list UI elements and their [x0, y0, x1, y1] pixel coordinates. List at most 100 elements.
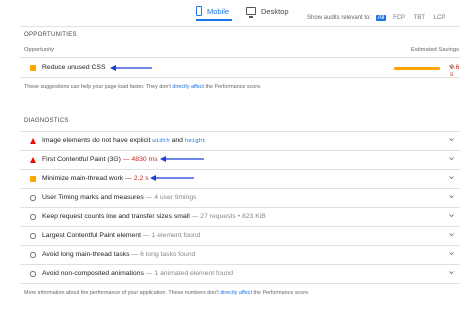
divider — [20, 283, 460, 284]
average-status-icon — [30, 65, 36, 71]
divider — [20, 26, 460, 27]
audit-title: Largest Contentful Paint element — [42, 232, 141, 239]
diagnostics-heading: DIAGNOSTICS — [24, 118, 69, 124]
filter-chip-tbt[interactable]: TBT — [412, 15, 427, 21]
audit-title-and: and — [171, 137, 183, 144]
chevron-down-icon[interactable] — [449, 64, 454, 69]
info-status-icon — [30, 195, 36, 201]
separator: — — [145, 270, 153, 277]
filter-chip-fcp[interactable]: FCP — [391, 15, 407, 21]
chevron-down-icon[interactable] — [449, 213, 454, 218]
divider — [20, 207, 460, 208]
annotation-arrow — [150, 175, 194, 181]
audit-title-wrap: Minimize main-thread work — 2.2 s — [42, 175, 149, 182]
audit-row-main-thread-work[interactable]: Minimize main-thread work — 2.2 s — [20, 171, 460, 187]
divider — [20, 226, 460, 227]
audit-detail: 4 user timings — [154, 194, 197, 201]
divider — [20, 264, 460, 265]
separator: — — [145, 194, 153, 201]
audit-row-long-tasks[interactable]: Avoid long main-thread tasks — 6 long ta… — [20, 247, 460, 263]
audit-detail: 4830 ms — [131, 156, 158, 163]
divider — [20, 150, 460, 151]
audit-title: User Timing marks and measures — [42, 194, 144, 201]
audit-row-user-timing[interactable]: User Timing marks and measures — 4 user … — [20, 190, 460, 206]
audit-detail: 2.2 s — [133, 175, 149, 182]
audit-title-wrap: Image elements do not have explicit widt… — [42, 137, 206, 144]
filter-chip-lcp[interactable]: LCP — [432, 15, 448, 21]
separator: — — [131, 251, 139, 258]
opportunity-column-label: Opportunity — [24, 47, 54, 53]
audit-title: Reduce unused CSS — [42, 64, 106, 71]
audit-detail: 27 requests • 823 KiB — [200, 213, 266, 220]
audit-title: Minimize main-thread work — [42, 175, 124, 182]
info-status-icon — [30, 233, 36, 239]
divider — [20, 188, 460, 189]
code-height: height — [184, 137, 206, 144]
divider — [20, 245, 460, 246]
directly-affect-link[interactable]: directly affect — [220, 290, 252, 296]
audit-detail: 1 animated element found — [154, 270, 234, 277]
audits-filter-label: Show audits relevant to: — [307, 15, 372, 21]
fail-status-icon — [30, 157, 36, 163]
filter-chip-all[interactable]: All — [375, 15, 387, 21]
info-status-icon — [30, 271, 36, 277]
phone-icon — [196, 6, 202, 16]
annotation-arrow — [160, 156, 204, 162]
chevron-down-icon[interactable] — [449, 251, 454, 256]
chevron-down-icon[interactable] — [449, 175, 454, 180]
audit-detail: 6 long tasks found — [140, 251, 196, 258]
savings-column-label: Estimated Savings — [411, 47, 460, 53]
info-status-icon — [30, 252, 36, 258]
average-status-icon — [30, 176, 36, 182]
audit-title-wrap: Keep request counts low and transfer siz… — [42, 213, 266, 220]
code-width: width — [152, 137, 170, 144]
fail-status-icon — [30, 138, 36, 144]
audit-title: Avoid long main-thread tasks — [42, 251, 130, 258]
audits-filter: Show audits relevant to: All FCP TBT LCP — [307, 15, 447, 21]
divider — [20, 57, 460, 58]
tab-desktop-label: Desktop — [261, 6, 289, 16]
audit-title: Keep request counts low and transfer siz… — [42, 213, 190, 220]
audit-row-non-composited-animations[interactable]: Avoid non-composited animations — 1 anim… — [20, 266, 460, 282]
audit-row-request-counts[interactable]: Keep request counts low and transfer siz… — [20, 209, 460, 225]
separator: — — [142, 232, 150, 239]
chevron-down-icon[interactable] — [449, 232, 454, 237]
audit-row-image-dimensions[interactable]: Image elements do not have explicit widt… — [20, 133, 460, 149]
divider — [20, 169, 460, 170]
note-text: More information about the performance o… — [24, 290, 219, 296]
chevron-down-icon[interactable] — [449, 137, 454, 142]
info-status-icon — [30, 214, 36, 220]
audit-title: First Contentful Paint (3G) — [42, 156, 121, 163]
audit-title-wrap: First Contentful Paint (3G) — 4830 ms — [42, 156, 158, 163]
chevron-down-icon[interactable] — [449, 270, 454, 275]
audit-detail: 1 element found — [151, 232, 201, 239]
audit-row-reduce-unused-css[interactable]: Reduce unused CSS 0.6 s — [20, 60, 460, 78]
diagnostics-note: More information about the performance o… — [24, 290, 310, 296]
separator: — — [122, 156, 130, 163]
chevron-down-icon[interactable] — [449, 156, 454, 161]
directly-affect-link[interactable]: directly affect — [172, 84, 204, 90]
note-text: the Performance score. — [205, 84, 262, 90]
tab-mobile[interactable]: Mobile — [196, 3, 229, 19]
separator: — — [125, 175, 132, 182]
audit-title: Avoid non-composited animations — [42, 270, 144, 277]
opportunities-heading: OPPORTUNITIES — [24, 32, 77, 38]
chevron-down-icon[interactable] — [449, 194, 454, 199]
audit-title-wrap: Largest Contentful Paint element — 1 ele… — [42, 232, 200, 239]
active-tab-indicator — [196, 19, 232, 21]
tab-desktop[interactable]: Desktop — [246, 3, 289, 19]
separator: — — [191, 213, 199, 220]
tab-mobile-label: Mobile — [207, 6, 230, 16]
note-text: These suggestions can help your page loa… — [24, 84, 171, 90]
audit-row-lcp-element[interactable]: Largest Contentful Paint element — 1 ele… — [20, 228, 460, 244]
savings-bar — [394, 67, 440, 70]
note-text: the Performance score. — [253, 290, 310, 296]
audit-title-wrap: User Timing marks and measures — 4 user … — [42, 194, 197, 201]
opportunities-note: These suggestions can help your page loa… — [24, 84, 262, 90]
audit-title-wrap: Avoid long main-thread tasks — 6 long ta… — [42, 251, 195, 258]
audit-row-fcp-3g[interactable]: First Contentful Paint (3G) — 4830 ms — [20, 152, 460, 168]
divider — [20, 77, 460, 78]
divider — [20, 131, 460, 132]
audit-title: Image elements do not have explicit — [42, 137, 151, 144]
audit-title-wrap: Avoid non-composited animations — 1 anim… — [42, 270, 233, 277]
